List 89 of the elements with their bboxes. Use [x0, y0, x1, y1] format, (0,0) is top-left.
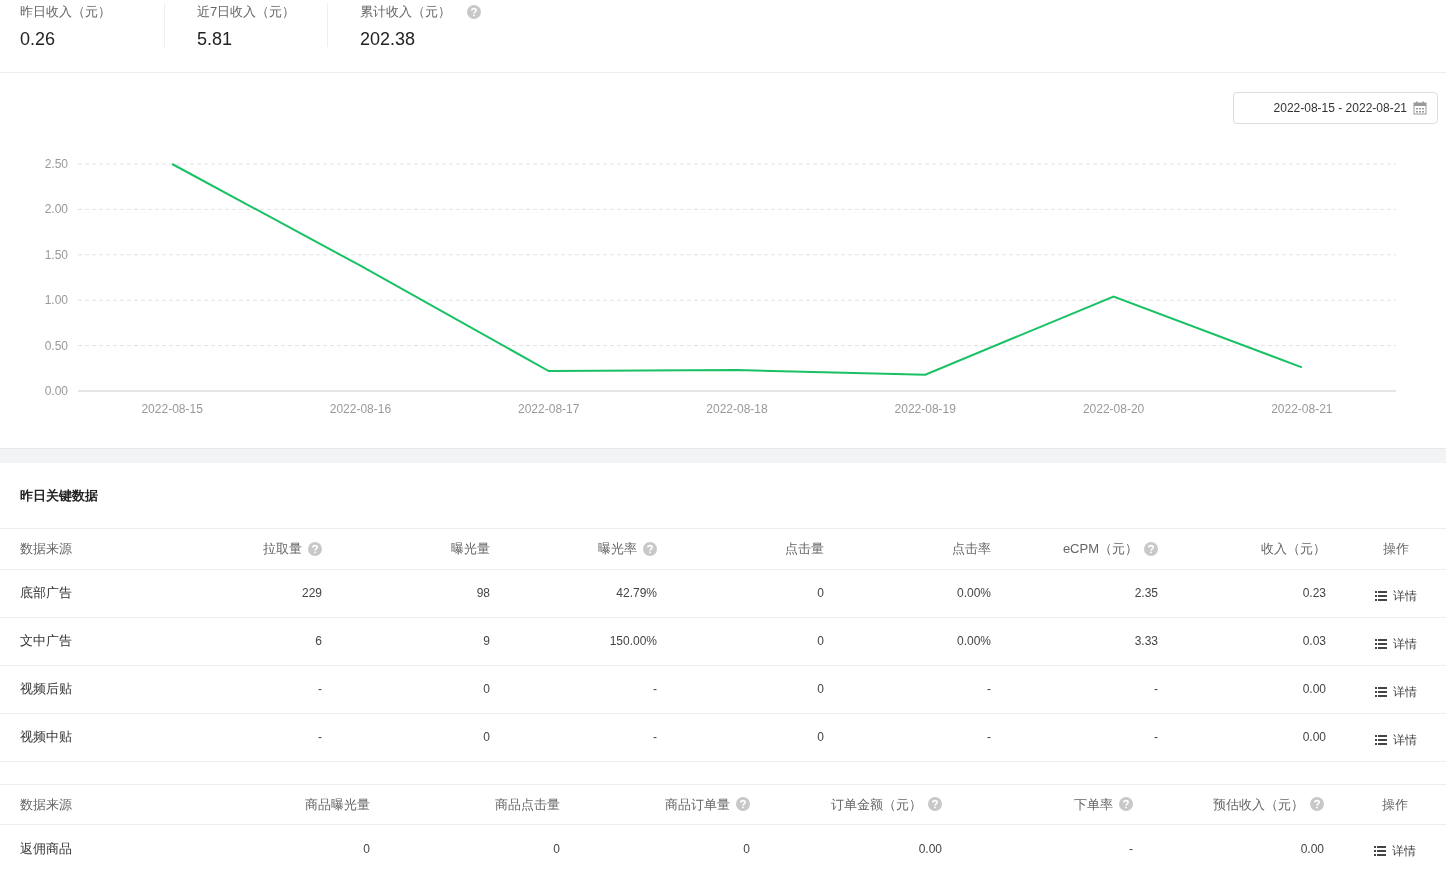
- column-header: 操作: [1383, 540, 1409, 558]
- list-icon: [1374, 846, 1386, 856]
- table-cell: -: [653, 682, 657, 696]
- table-cell: 150.00%: [609, 634, 657, 648]
- table-cell: 视频后贴: [20, 681, 72, 697]
- x-tick-label: 2022-08-17: [518, 402, 580, 416]
- column-header: 点击量: [785, 540, 824, 558]
- table-cell: 文中广告: [20, 633, 72, 649]
- table-cell: -: [318, 730, 322, 744]
- table-cell: 229: [301, 586, 322, 600]
- table-cell: -: [318, 682, 322, 696]
- table-cell: 0.00: [1300, 841, 1324, 856]
- table-cell: 98: [476, 586, 490, 600]
- table-cell: 0.00%: [956, 586, 991, 600]
- column-header: 收入（元）: [1261, 540, 1326, 558]
- column-header: 订单金额（元）: [831, 795, 922, 814]
- table-cell: 视频中贴: [20, 729, 72, 745]
- stat-label: 昨日收入（元）: [20, 3, 111, 22]
- x-tick-label: 2022-08-20: [1082, 402, 1145, 416]
- y-tick-label: 2.00: [44, 202, 68, 217]
- column-header: 曝光率: [598, 540, 637, 558]
- y-tick-label: 2.50: [44, 157, 68, 171]
- table-cell: 0: [817, 586, 824, 600]
- table-cell: -: [1154, 730, 1158, 744]
- details-link[interactable]: 详情: [1375, 724, 1417, 749]
- table-cell: 返佣商品: [20, 840, 72, 856]
- table-cell: -: [987, 682, 991, 696]
- table-cell: 0: [363, 841, 370, 856]
- stat-value: 202.38: [360, 28, 416, 51]
- stat-label: 累计收入（元）: [360, 3, 451, 22]
- table-cell: -: [987, 730, 991, 744]
- stat-label: 近7日收入（元）: [197, 3, 296, 22]
- table-cell: 0.23: [1302, 586, 1326, 600]
- column-header: 操作: [1382, 795, 1408, 814]
- table-cell: 0: [817, 730, 824, 744]
- table-cell: -: [1129, 841, 1133, 856]
- column-header: 拉取量: [263, 540, 302, 558]
- column-header: 点击率: [952, 540, 991, 558]
- column-header: 数据来源: [20, 795, 72, 814]
- table-cell: 6: [315, 634, 322, 648]
- table-cell: 0: [483, 730, 490, 744]
- date-range-text: 2022-08-15 - 2022-08-21: [1273, 100, 1407, 117]
- y-tick-label: 0.50: [44, 338, 68, 353]
- details-link[interactable]: 详情: [1375, 676, 1417, 701]
- table-cell: 0: [817, 682, 824, 696]
- table-cell: 0: [553, 841, 560, 856]
- list-icon: [1375, 590, 1387, 601]
- table-cell: 0.00%: [956, 634, 991, 648]
- table-cell: -: [1154, 682, 1158, 696]
- table-cell: 0.00: [1302, 730, 1326, 744]
- details-link[interactable]: 详情: [1374, 836, 1416, 860]
- table-cell: 底部广告: [20, 585, 72, 601]
- details-link[interactable]: 详情: [1375, 628, 1417, 653]
- table-cell: 0: [743, 841, 750, 856]
- stat-value: 0.26: [20, 28, 56, 51]
- column-header: 曝光量: [451, 540, 490, 558]
- list-icon: [1375, 686, 1387, 697]
- column-header: 数据来源: [20, 540, 72, 558]
- column-header: eCPM（元）: [1062, 540, 1138, 558]
- section-title: 昨日关键数据: [20, 486, 98, 505]
- y-tick-label: 1.50: [44, 247, 68, 262]
- column-header: 预估收入（元）: [1213, 795, 1304, 814]
- y-tick-label: 0.00: [44, 384, 68, 398]
- column-header: 商品订单量: [665, 795, 730, 814]
- column-header: 下单率: [1074, 795, 1113, 814]
- table-cell: -: [653, 730, 657, 744]
- x-tick-label: 2022-08-15: [141, 402, 203, 416]
- table-cell: 0.00: [918, 841, 942, 856]
- details-link[interactable]: 详情: [1375, 580, 1417, 605]
- list-icon: [1375, 734, 1387, 745]
- y-tick-label: 1.00: [44, 293, 68, 308]
- calendar-icon: [1413, 101, 1427, 115]
- table-cell: 0.00: [1302, 682, 1326, 696]
- x-tick-label: 2022-08-21: [1271, 402, 1333, 416]
- table-cell: 9: [483, 634, 490, 648]
- x-tick-label: 2022-08-19: [894, 402, 956, 416]
- x-tick-label: 2022-08-16: [329, 402, 392, 416]
- stat-value: 5.81: [197, 28, 233, 51]
- table-cell: 0: [483, 682, 490, 696]
- table-cell: 42.79%: [616, 586, 657, 600]
- table-cell: 3.33: [1134, 634, 1158, 648]
- table-cell: 0.03: [1302, 634, 1326, 648]
- column-header: 商品点击量: [495, 795, 560, 814]
- x-tick-label: 2022-08-18: [706, 402, 768, 416]
- table-cell: 2.35: [1134, 586, 1158, 600]
- list-icon: [1375, 638, 1387, 649]
- date-range-picker[interactable]: 2022-08-15 - 2022-08-21: [1233, 92, 1438, 124]
- column-header: 商品曝光量: [305, 795, 370, 814]
- table-cell: 0: [817, 634, 824, 648]
